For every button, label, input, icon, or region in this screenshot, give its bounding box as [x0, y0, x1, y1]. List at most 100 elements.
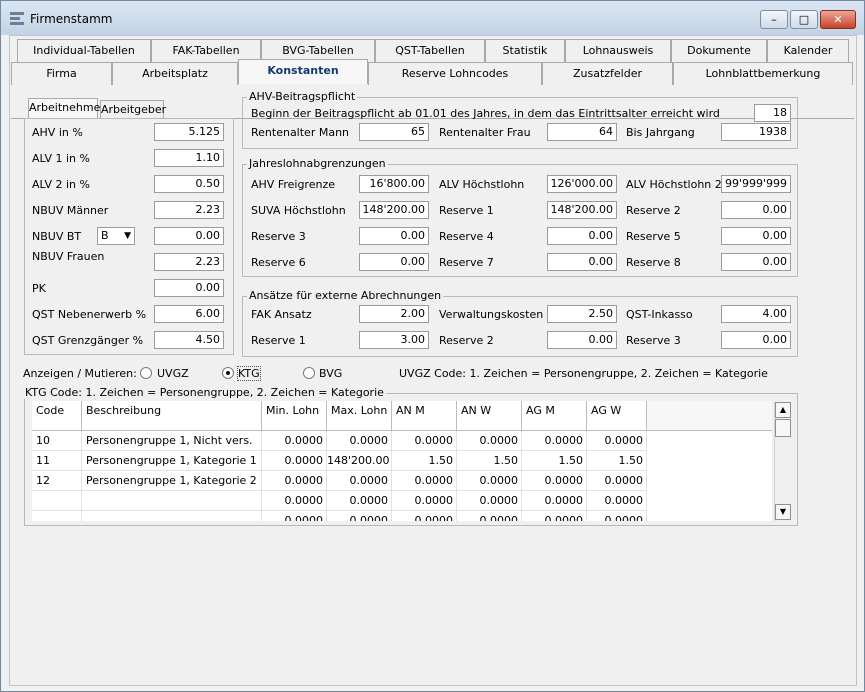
nbuv-bt-field[interactable]: 0.00 — [154, 227, 224, 245]
suva-hoechstlohn-field[interactable]: 148'200.00 — [359, 201, 429, 219]
alv2-field[interactable]: 0.50 — [154, 175, 224, 193]
cell-max-lohn[interactable]: 0.0000 — [327, 471, 392, 491]
col-header-ag-w[interactable]: AG W — [587, 401, 647, 431]
cell-beschreibung[interactable]: Personengruppe 1, Kategorie 1 — [82, 451, 262, 471]
ktg-scrollbar[interactable]: ▲ ▼ — [774, 402, 791, 522]
radio-uvgz[interactable] — [140, 367, 152, 379]
tab-firma[interactable]: Firma — [11, 62, 112, 85]
radio-bvg-label[interactable]: BVG — [319, 367, 342, 380]
ansaetze-reserve3-field[interactable]: 0.00 — [721, 331, 791, 349]
cell-code[interactable]: 11 — [32, 451, 82, 471]
fak-ansatz-field[interactable]: 2.00 — [359, 305, 429, 323]
cell-an-m[interactable]: 0.0000 — [392, 431, 457, 451]
subtab-arbeitgeber[interactable]: Arbeitgeber — [100, 100, 166, 119]
jahres-reserve2-field[interactable]: 0.00 — [721, 201, 791, 219]
cell-beschreibung[interactable] — [82, 511, 262, 521]
rentenalter-mann-field[interactable]: 65 — [359, 123, 429, 141]
verwaltungskosten-field[interactable]: 2.50 — [547, 305, 617, 323]
cell-max-lohn[interactable]: 0.0000 — [327, 431, 392, 451]
tab-kalender[interactable]: Kalender — [767, 39, 849, 62]
title-bar[interactable]: Firmenstamm – □ ✕ — [1, 1, 864, 35]
ansaetze-reserve2-field[interactable]: 0.00 — [547, 331, 617, 349]
minimize-button[interactable]: – — [760, 10, 788, 29]
col-header-an-m[interactable]: AN M — [392, 401, 457, 431]
col-header-min-lohn[interactable]: Min. Lohn — [262, 401, 327, 431]
radio-uvgz-label[interactable]: UVGZ — [157, 367, 189, 380]
cell-an-m[interactable]: 0.0000 — [392, 511, 457, 521]
nbuv-maenner-field[interactable]: 2.23 — [154, 201, 224, 219]
tab-individual-tabellen[interactable]: Individual-Tabellen — [17, 39, 151, 62]
cell-ag-w[interactable]: 0.0000 — [587, 471, 647, 491]
tab-konstanten[interactable]: Konstanten — [238, 59, 368, 84]
cell-an-w[interactable]: 1.50 — [457, 451, 522, 471]
radio-ktg-label[interactable]: KTG — [237, 366, 261, 381]
cell-an-w[interactable]: 0.0000 — [457, 511, 522, 521]
table-row[interactable]: 10 Personengruppe 1, Nicht vers. 0.0000 0.0… — [32, 431, 772, 451]
cell-max-lohn[interactable]: 0.0000 — [327, 511, 392, 521]
cell-max-lohn[interactable]: 0.0000 — [327, 491, 392, 511]
scroll-down-button[interactable]: ▼ — [775, 504, 791, 520]
cell-max-lohn[interactable]: 148'200.00 — [327, 451, 392, 471]
cell-ag-m[interactable]: 0.0000 — [522, 431, 587, 451]
cell-ag-m[interactable]: 1.50 — [522, 451, 587, 471]
tab-statistik[interactable]: Statistik — [485, 39, 565, 62]
col-header-an-w[interactable]: AN W — [457, 401, 522, 431]
cell-code[interactable] — [32, 511, 82, 521]
tab-arbeitsplatz[interactable]: Arbeitsplatz — [112, 62, 238, 85]
bis-jahrgang-field[interactable]: 1938 — [721, 123, 791, 141]
tab-qst-tabellen[interactable]: QST-Tabellen — [375, 39, 485, 62]
tab-lohnblattbemerkung[interactable]: Lohnblattbemerkung — [673, 62, 853, 85]
jahres-reserve8-field[interactable]: 0.00 — [721, 253, 791, 271]
cell-min-lohn[interactable]: 0.0000 — [262, 431, 327, 451]
cell-an-m[interactable]: 0.0000 — [392, 491, 457, 511]
cell-an-m[interactable]: 1.50 — [392, 451, 457, 471]
col-header-beschreibung[interactable]: Beschreibung — [82, 401, 262, 431]
maximize-button[interactable]: □ — [790, 10, 818, 29]
pk-field[interactable]: 0.00 — [154, 279, 224, 297]
qst-nebenerwerb-field[interactable]: 6.00 — [154, 305, 224, 323]
cell-ag-w[interactable]: 0.0000 — [587, 491, 647, 511]
cell-min-lohn[interactable]: 0.0000 — [262, 491, 327, 511]
subtab-arbeitnehmer[interactable]: Arbeitnehmer — [28, 98, 105, 119]
jahres-reserve4-field[interactable]: 0.00 — [547, 227, 617, 245]
col-header-max-lohn[interactable]: Max. Lohn — [327, 401, 392, 431]
qst-inkasso-field[interactable]: 4.00 — [721, 305, 791, 323]
cell-beschreibung[interactable]: Personengruppe 1, Nicht vers. — [82, 431, 262, 451]
col-header-ag-m[interactable]: AG M — [522, 401, 587, 431]
rentenalter-frau-field[interactable]: 64 — [547, 123, 617, 141]
jahres-reserve1-field[interactable]: 148'200.00 — [547, 201, 617, 219]
qst-grenzgaenger-field[interactable]: 4.50 — [154, 331, 224, 349]
cell-ag-m[interactable]: 0.0000 — [522, 511, 587, 521]
cell-ag-m[interactable]: 0.0000 — [522, 471, 587, 491]
table-row[interactable]: 11 Personengruppe 1, Kategorie 1 0.0000 148… — [32, 451, 772, 471]
scroll-thumb[interactable] — [775, 419, 791, 437]
tab-reserve-lohncodes[interactable]: Reserve Lohncodes — [368, 62, 542, 85]
radio-ktg[interactable] — [222, 367, 234, 379]
tab-zusatzfelder[interactable]: Zusatzfelder — [542, 62, 673, 85]
table-row[interactable]: 0.0000 0.0000 0.0000 0.0000 0.0000 0.0000 — [32, 511, 772, 521]
ahv-freigrenze-field[interactable]: 16'800.00 — [359, 175, 429, 193]
alv-hoechstlohn-field[interactable]: 126'000.00 — [547, 175, 617, 193]
jahres-reserve5-field[interactable]: 0.00 — [721, 227, 791, 245]
cell-code[interactable] — [32, 491, 82, 511]
cell-an-w[interactable]: 0.0000 — [457, 431, 522, 451]
cell-an-w[interactable]: 0.0000 — [457, 471, 522, 491]
nbuv-bt-select[interactable]: B ▼ — [97, 227, 135, 245]
radio-bvg[interactable] — [303, 367, 315, 379]
cell-an-w[interactable]: 0.0000 — [457, 491, 522, 511]
col-header-code[interactable]: Code — [32, 401, 82, 431]
ahv-field[interactable]: 5.125 — [154, 123, 224, 141]
table-row[interactable]: 12 Personengruppe 1, Kategorie 2 0.0000 0.0… — [32, 471, 772, 491]
jahres-reserve6-field[interactable]: 0.00 — [359, 253, 429, 271]
jahres-reserve3-field[interactable]: 0.00 — [359, 227, 429, 245]
cell-code[interactable]: 12 — [32, 471, 82, 491]
cell-min-lohn[interactable]: 0.0000 — [262, 471, 327, 491]
cell-min-lohn[interactable]: 0.0000 — [262, 451, 327, 471]
tab-dokumente[interactable]: Dokumente — [671, 39, 767, 62]
cell-ag-w[interactable]: 1.50 — [587, 451, 647, 471]
nbuv-frauen-field[interactable]: 2.23 — [154, 253, 224, 271]
cell-ag-w[interactable]: 0.0000 — [587, 431, 647, 451]
cell-code[interactable]: 10 — [32, 431, 82, 451]
ansaetze-reserve1-field[interactable]: 3.00 — [359, 331, 429, 349]
cell-beschreibung[interactable] — [82, 491, 262, 511]
